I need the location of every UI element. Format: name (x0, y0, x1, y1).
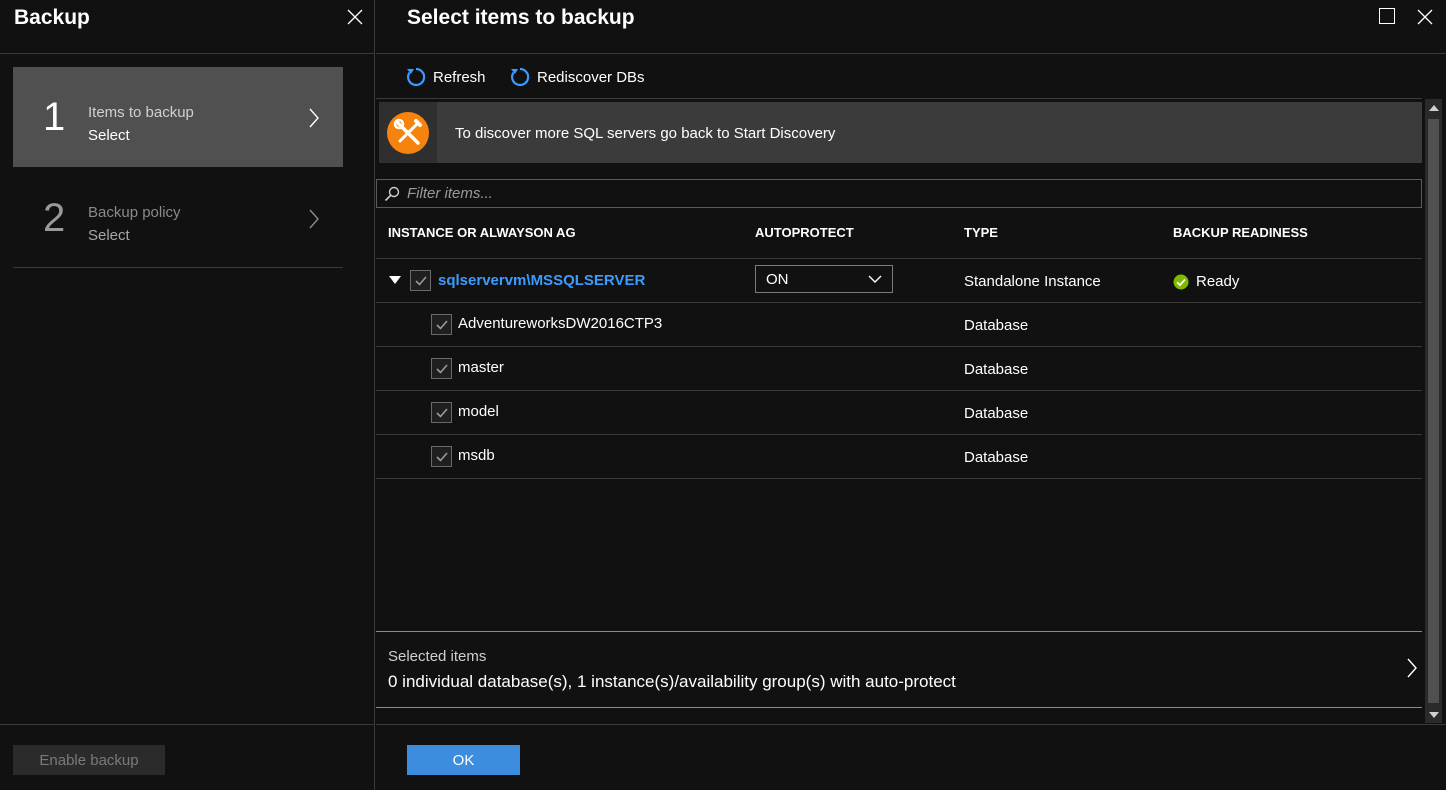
database-type: Database (964, 449, 1029, 466)
autoprotect-dropdown[interactable]: ON (755, 265, 893, 293)
step-number: 2 (43, 196, 66, 240)
footer-divider (0, 724, 375, 725)
database-type: Database (964, 361, 1029, 378)
step-label: Backup policy (88, 204, 181, 221)
filter-box (376, 179, 1422, 208)
banner-text: To discover more SQL servers go back to … (455, 125, 836, 142)
autoprotect-value: ON (766, 271, 789, 288)
table-row[interactable]: model Database (376, 391, 1422, 435)
database-name: msdb (458, 447, 495, 464)
table-row[interactable]: msdb Database (376, 435, 1422, 479)
wrench-screwdriver-icon (387, 111, 429, 154)
selected-items-label: Selected items (388, 648, 487, 665)
toolbar-divider (376, 98, 1422, 99)
readiness-label: Ready (1196, 273, 1240, 290)
step-sublabel: Select (88, 227, 130, 244)
refresh-icon (511, 67, 530, 87)
checkmark-icon (435, 407, 448, 418)
instance-type: Standalone Instance (964, 273, 1101, 290)
refresh-label: Refresh (433, 68, 486, 86)
database-name: model (458, 403, 499, 420)
database-name: AdventureworksDW2016CTP3 (458, 315, 663, 332)
scroll-up-arrow-icon[interactable] (1425, 99, 1442, 116)
chevron-down-icon (868, 275, 882, 283)
column-header-type[interactable]: TYPE (964, 225, 998, 240)
search-icon (384, 186, 400, 202)
column-header-backup-readiness[interactable]: BACKUP READINESS (1173, 225, 1308, 240)
instance-name-link[interactable]: sqlservervm\MSSQLSERVER (438, 272, 645, 289)
step-number: 1 (43, 95, 66, 139)
checkmark-icon (435, 451, 448, 462)
select-items-blade: Select items to backup Refresh Rediscove… (376, 0, 1446, 790)
checkmark-icon (414, 275, 427, 286)
select-items-title: Select items to backup (407, 6, 635, 29)
table-row[interactable]: master Database (376, 347, 1422, 391)
readiness-status: Ready (1173, 273, 1239, 290)
backup-blade-title: Backup (14, 6, 90, 29)
chevron-right-icon (1407, 658, 1417, 678)
database-type: Database (964, 317, 1029, 334)
refresh-button[interactable]: Refresh (405, 64, 486, 90)
column-header-instance[interactable]: INSTANCE OR ALWAYSON AG (388, 225, 576, 240)
header-divider (0, 53, 375, 54)
instance-checkbox[interactable] (410, 270, 431, 291)
refresh-icon (407, 67, 426, 87)
backup-blade: Backup 1 Items to backup Select 2 Backup… (0, 0, 375, 790)
footer-divider (376, 724, 1446, 725)
column-header-autoprotect[interactable]: AUTOPROTECT (755, 225, 854, 240)
close-icon[interactable] (1413, 5, 1437, 29)
table-row-instance[interactable]: sqlservervm\MSSQLSERVER ON Standalone In… (376, 259, 1422, 303)
discovery-banner[interactable]: To discover more SQL servers go back to … (379, 102, 1422, 163)
scroll-down-arrow-icon[interactable] (1425, 706, 1442, 723)
selected-items-summary: 0 individual database(s), 1 instance(s)/… (388, 672, 956, 691)
database-checkbox[interactable] (431, 402, 452, 423)
step-label: Items to backup (88, 104, 194, 121)
backup-screen: Backup 1 Items to backup Select 2 Backup… (0, 0, 1446, 790)
rediscover-dbs-button[interactable]: Rediscover DBs (509, 64, 645, 90)
chevron-right-icon (309, 108, 319, 128)
checkmark-icon (435, 319, 448, 330)
ok-button[interactable]: OK (407, 745, 520, 775)
maximize-icon[interactable] (1379, 8, 1395, 24)
checkmark-icon (435, 363, 448, 374)
step-items-to-backup[interactable]: 1 Items to backup Select (13, 67, 343, 167)
banner-icon-container (379, 102, 437, 163)
vertical-scrollbar[interactable] (1425, 99, 1442, 723)
scrollbar-thumb[interactable] (1428, 119, 1439, 703)
selected-items-panel[interactable]: Selected items 0 individual database(s),… (376, 631, 1422, 708)
database-name: master (458, 359, 504, 376)
rediscover-label: Rediscover DBs (537, 68, 645, 86)
database-checkbox[interactable] (431, 446, 452, 467)
check-circle-icon (1173, 274, 1189, 289)
close-icon[interactable] (343, 5, 367, 29)
step-sublabel: Select (88, 127, 130, 144)
database-checkbox[interactable] (431, 314, 452, 335)
table-row[interactable]: AdventureworksDW2016CTP3 Database (376, 303, 1422, 347)
header-divider (376, 53, 1446, 54)
expand-caret-icon[interactable] (389, 276, 401, 284)
enable-backup-button[interactable]: Enable backup (13, 745, 165, 775)
database-type: Database (964, 405, 1029, 422)
step-backup-policy[interactable]: 2 Backup policy Select (13, 168, 343, 268)
database-checkbox[interactable] (431, 358, 452, 379)
chevron-right-icon (309, 209, 319, 229)
filter-input[interactable] (407, 183, 1407, 204)
